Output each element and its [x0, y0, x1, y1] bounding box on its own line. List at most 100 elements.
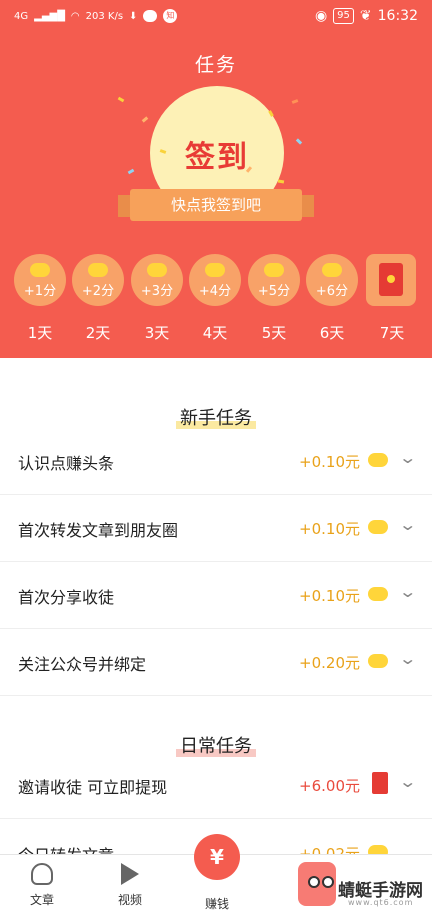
- download-icon: ⬇: [129, 10, 138, 22]
- task-label: 关注公众号并绑定: [18, 655, 147, 674]
- daily-title-text: 日常任务: [180, 736, 252, 757]
- task-reward: +0.10元: [299, 587, 360, 605]
- day-reward: +6分: [315, 284, 349, 299]
- signal-icon: ▂▄▆█: [34, 10, 65, 22]
- red-envelope-icon: [372, 772, 388, 794]
- coin-icon: [264, 263, 284, 277]
- day-reward: +2分: [81, 284, 115, 299]
- chevron-down-icon[interactable]: ⌄: [398, 515, 417, 534]
- status-right: ◉ 95 ❦ 16:32: [315, 8, 418, 24]
- day-item-5[interactable]: +5分 5天: [248, 254, 300, 343]
- page-title: 任务: [194, 54, 237, 76]
- clock: 16:32: [377, 8, 418, 24]
- watermark: 蜻蜓手游网 www.qt6.com: [292, 860, 432, 912]
- task-reward: +6.00元: [299, 777, 360, 795]
- coin-icon: [147, 263, 167, 277]
- day-reward-circle: +6分: [306, 254, 358, 306]
- chevron-down-icon[interactable]: ⌄: [398, 772, 417, 791]
- day-item-7[interactable]: 7天: [366, 254, 418, 343]
- coin-icon: [30, 263, 50, 277]
- checkin-header: 4G ▂▄▆█ ◠ 203 K/s ⬇ 知 ◉ 95 ❦ 16:32 任务 签到…: [0, 0, 432, 358]
- coin-icon: [368, 654, 388, 668]
- envelope-body: [379, 263, 403, 296]
- zhihu-icon: 知: [163, 9, 178, 23]
- nav-label: 视频: [117, 893, 142, 907]
- day-label: 3天: [144, 324, 170, 342]
- coin-icon: [205, 263, 225, 277]
- day-reward: +4分: [198, 284, 232, 299]
- coin-icon: [368, 587, 388, 601]
- nav-earn[interactable]: 赚钱: [187, 889, 247, 912]
- task-row[interactable]: 邀请收徒 可立即提现 +6.00元 ⌄: [0, 752, 432, 819]
- eye-icon: ◉: [314, 8, 328, 24]
- day-label: 4天: [202, 324, 228, 342]
- status-bar: 4G ▂▄▆█ ◠ 203 K/s ⬇ 知 ◉ 95 ❦ 16:32: [0, 0, 432, 36]
- newbie-section-title: 新手任务: [0, 404, 432, 430]
- day-reward-circle: +2分: [72, 254, 124, 306]
- day-reward: +3分: [140, 284, 174, 299]
- checkin-button[interactable]: 快点我签到吧: [130, 189, 302, 221]
- task-label: 邀请收徒 可立即提现: [18, 778, 168, 797]
- network-label: 4G: [14, 10, 29, 22]
- day-reward-circle: +5分: [248, 254, 300, 306]
- task-row[interactable]: 关注公众号并绑定 +0.20元 ⌄: [0, 629, 432, 696]
- play-icon: [121, 863, 139, 885]
- watermark-domain: www.qt6.com: [348, 898, 414, 907]
- task-reward: +0.20元: [299, 654, 360, 672]
- day-item-4[interactable]: +4分 4天: [189, 254, 241, 343]
- nav-video[interactable]: 视频: [100, 855, 160, 908]
- logo-eye: [308, 876, 320, 888]
- task-row[interactable]: 首次分享收徒 +0.10元 ⌄: [0, 562, 432, 629]
- task-reward: +0.10元: [299, 453, 360, 471]
- dragonfly-logo-icon: [298, 862, 336, 906]
- day-item-1[interactable]: +1分 1天: [14, 254, 66, 343]
- logo-eye: [322, 876, 334, 888]
- day-label: 7天: [379, 324, 405, 342]
- chevron-down-icon[interactable]: ⌄: [398, 448, 417, 467]
- day-reward-circle: +4分: [189, 254, 241, 306]
- confetti-icon: [127, 168, 135, 175]
- earn-button[interactable]: ¥: [194, 834, 240, 880]
- nav-label: 文章: [29, 893, 54, 907]
- checkin-days: +1分 1天 +2分 2天 +3分 3天 +4分 4天 +5分 5天 +6分 6…: [14, 254, 424, 354]
- red-envelope-icon: [366, 254, 416, 306]
- task-label: 认识点赚头条: [18, 454, 115, 473]
- day-item-3[interactable]: +3分 3天: [131, 254, 183, 343]
- task-label: 首次转发文章到朋友圈: [18, 521, 179, 540]
- day-reward: +5分: [257, 284, 291, 299]
- message-icon: [143, 10, 158, 22]
- task-page: 4G ▂▄▆█ ◠ 203 K/s ⬇ 知 ◉ 95 ❦ 16:32 任务 签到…: [0, 0, 432, 912]
- confetti-icon: [141, 116, 149, 123]
- confetti-icon: [277, 179, 285, 184]
- nav-articles[interactable]: 文章: [12, 855, 72, 908]
- task-label: 首次分享收徒: [18, 588, 115, 607]
- chevron-down-icon[interactable]: ⌄: [398, 649, 417, 668]
- day-reward: +1分: [23, 284, 57, 299]
- task-row[interactable]: 认识点赚头条 +0.10元 ⌄: [0, 428, 432, 495]
- day-label: 6天: [319, 324, 345, 342]
- day-label: 1天: [27, 324, 53, 342]
- confetti-icon: [291, 99, 299, 104]
- money-bag-icon: [31, 863, 53, 885]
- leaf-icon: ❦: [359, 8, 372, 24]
- day-label: 2天: [85, 324, 111, 342]
- confetti-icon: [117, 96, 125, 103]
- coin-icon: [322, 263, 342, 277]
- task-row[interactable]: 首次转发文章到朋友圈 +0.10元 ⌄: [0, 495, 432, 562]
- chevron-down-icon[interactable]: ⌄: [398, 582, 417, 601]
- network-speed: 203 K/s: [85, 10, 124, 22]
- day-item-6[interactable]: +6分 6天: [306, 254, 358, 343]
- task-reward: +0.10元: [299, 520, 360, 538]
- day-item-2[interactable]: +2分 2天: [72, 254, 124, 343]
- coin-icon: [387, 275, 395, 283]
- coin-icon: [368, 453, 388, 467]
- coin-icon: [368, 520, 388, 534]
- coin-icon: [88, 263, 108, 277]
- wifi-icon: ◠: [70, 10, 80, 22]
- battery-indicator: 95: [333, 8, 354, 24]
- newbie-title-text: 新手任务: [180, 408, 252, 429]
- confetti-icon: [295, 138, 303, 145]
- checkin-title: 签到: [185, 140, 249, 175]
- nav-label: 赚钱: [204, 897, 229, 911]
- status-left: 4G ▂▄▆█ ◠ 203 K/s ⬇ 知: [14, 9, 178, 23]
